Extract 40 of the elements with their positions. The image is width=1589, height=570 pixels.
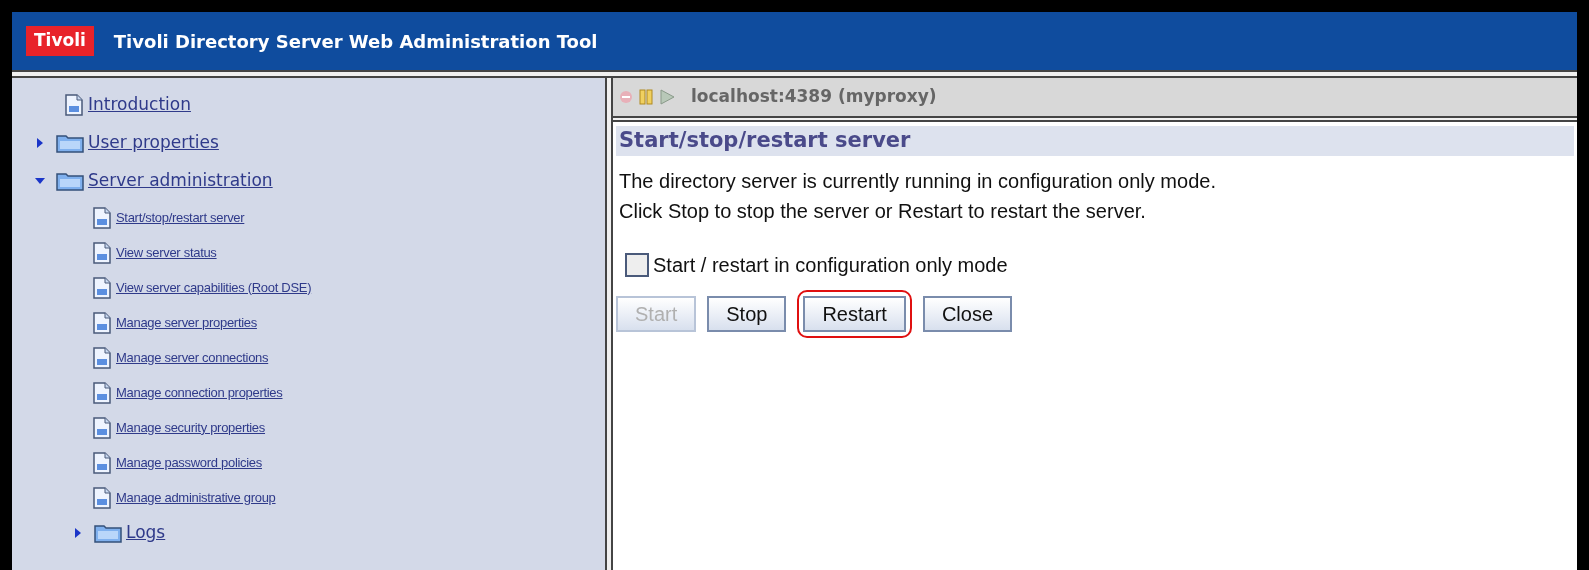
checkbox[interactable] <box>625 253 649 277</box>
document-icon <box>92 381 112 404</box>
tree-link[interactable]: Manage password policies <box>116 452 262 473</box>
tree-link[interactable]: Manage security properties <box>116 417 265 438</box>
tree-link[interactable]: Manage administrative group <box>116 487 276 508</box>
logo: Tivoli <box>26 26 94 56</box>
tree-link[interactable]: View server capabilities (Root DSE) <box>116 277 312 298</box>
message-text: The directory server is currently running in configuration only mode. <box>619 169 1217 194</box>
frame-splitter[interactable] <box>613 116 1577 122</box>
folder-icon <box>56 133 84 153</box>
tree-link[interactable]: Manage server properties <box>116 312 257 333</box>
frame-splitter[interactable] <box>12 70 1577 78</box>
tree-link[interactable]: Server administration <box>88 168 273 194</box>
folder-icon <box>94 522 122 543</box>
document-icon <box>92 311 112 334</box>
action-button[interactable]: Close <box>922 296 1012 332</box>
document-icon <box>92 416 112 439</box>
folder-icon <box>56 171 84 191</box>
tree-link[interactable]: User properties <box>88 130 219 156</box>
action-button[interactable]: Stop <box>707 296 787 332</box>
message-text: Click Stop to stop the server or Restart to restart the server. <box>619 199 1147 224</box>
frame-splitter[interactable] <box>605 78 613 570</box>
document-icon <box>64 94 84 116</box>
tree-link[interactable]: Start/stop/restart server <box>116 207 245 228</box>
panel-title: Start/stop/restart server <box>616 126 1574 156</box>
tree-link[interactable]: Logs <box>126 519 166 546</box>
checkbox-label: Start / restart in configuration only mode <box>653 253 1008 278</box>
tree-link[interactable]: Manage connection properties <box>116 382 283 403</box>
document-icon <box>92 206 112 229</box>
document-icon <box>92 486 112 509</box>
document-icon <box>92 451 112 474</box>
tree-link[interactable]: Manage server connections <box>116 347 269 368</box>
document-icon <box>92 241 112 264</box>
document-icon <box>92 346 112 369</box>
app-title: Tivoli Directory Server Web Administration Tool <box>113 29 598 54</box>
server-name: localhost:4389 (myproxy) <box>691 85 937 109</box>
tree-link[interactable]: View server status <box>116 242 217 263</box>
action-button[interactable]: Restart <box>803 296 906 332</box>
document-icon <box>92 276 112 299</box>
tree-link[interactable]: Introduction <box>88 92 191 118</box>
